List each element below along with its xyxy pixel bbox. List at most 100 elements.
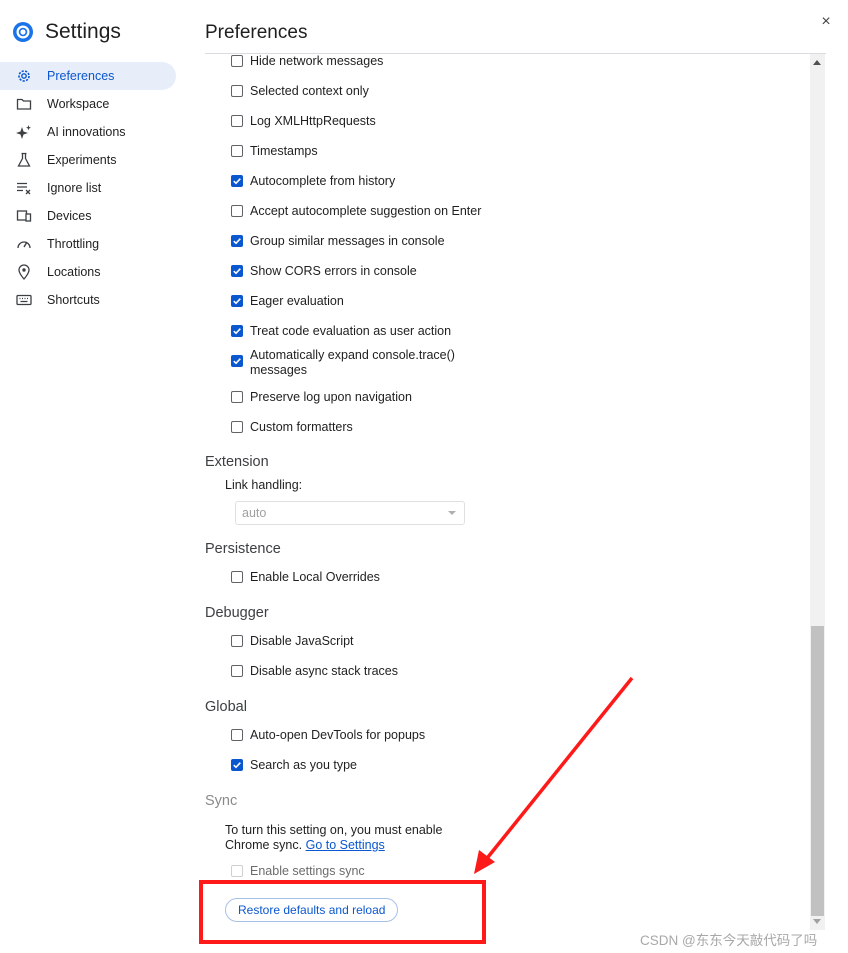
scrollbar[interactable] bbox=[810, 54, 825, 930]
option-label: Eager evaluation bbox=[250, 294, 344, 308]
sidebar-item-locations[interactable]: Locations bbox=[0, 258, 176, 286]
scroll-down-arrow-icon[interactable] bbox=[813, 919, 821, 924]
keyboard-icon bbox=[15, 292, 32, 309]
sidebar-nav: Preferences Workspace AI innovations Exp… bbox=[0, 62, 176, 314]
checkbox[interactable] bbox=[231, 665, 243, 677]
gauge-icon bbox=[15, 236, 32, 253]
brand: Settings bbox=[12, 20, 121, 44]
chrome-devtools-logo-icon bbox=[13, 22, 33, 42]
scrollbar-thumb[interactable] bbox=[811, 626, 824, 916]
sidebar-item-label: Ignore list bbox=[47, 181, 102, 195]
option-eager-evaluation[interactable]: Eager evaluation bbox=[231, 294, 344, 308]
option-enable-local-overrides[interactable]: Enable Local Overrides bbox=[231, 570, 380, 584]
close-icon[interactable]: × bbox=[817, 13, 835, 31]
option-preserve-log[interactable]: Preserve log upon navigation bbox=[231, 390, 412, 404]
chevron-down-icon bbox=[448, 511, 456, 515]
option-label: Disable async stack traces bbox=[250, 664, 398, 678]
sidebar-item-label: Throttling bbox=[47, 237, 100, 251]
sidebar-item-label: AI innovations bbox=[47, 125, 126, 139]
sync-info-text: To turn this setting on, you must enable… bbox=[225, 823, 443, 853]
option-label: Show CORS errors in console bbox=[250, 264, 417, 278]
link-handling-select[interactable]: auto bbox=[235, 501, 465, 525]
option-autocomplete-from-history[interactable]: Autocomplete from history bbox=[231, 174, 395, 188]
checkbox[interactable] bbox=[231, 391, 243, 403]
sidebar-item-shortcuts[interactable]: Shortcuts bbox=[0, 286, 176, 314]
option-label: Treat code evaluation as user action bbox=[250, 324, 452, 338]
option-label-line2: messages bbox=[250, 363, 307, 377]
checkbox-checked[interactable] bbox=[231, 355, 243, 367]
checkbox-checked[interactable] bbox=[231, 175, 243, 187]
sync-text-line2: Chrome sync. Go to Settings bbox=[225, 838, 443, 853]
option-label: Preserve log upon navigation bbox=[250, 390, 412, 404]
section-title-persistence: Persistence bbox=[205, 541, 281, 557]
sidebar-item-preferences[interactable]: Preferences bbox=[0, 62, 176, 90]
location-pin-icon bbox=[15, 264, 32, 281]
sidebar-item-devices[interactable]: Devices bbox=[0, 202, 176, 230]
option-disable-javascript[interactable]: Disable JavaScript bbox=[231, 634, 354, 648]
option-label: Group similar messages in console bbox=[250, 234, 445, 248]
link-handling-label: Link handling: bbox=[225, 478, 303, 492]
option-accept-autocomplete-on-enter[interactable]: Accept autocomplete suggestion on Enter bbox=[231, 204, 481, 218]
sparkle-icon bbox=[15, 124, 32, 141]
sidebar-item-workspace[interactable]: Workspace bbox=[0, 90, 176, 118]
option-label: Timestamps bbox=[250, 144, 318, 158]
option-label: Hide network messages bbox=[250, 54, 384, 68]
checkbox[interactable] bbox=[231, 421, 243, 433]
option-treat-code-evaluation-as-user-action[interactable]: Treat code evaluation as user action bbox=[231, 324, 451, 338]
option-search-as-you-type[interactable]: Search as you type bbox=[231, 758, 357, 772]
option-timestamps[interactable]: Timestamps bbox=[231, 144, 318, 158]
section-title-sync: Sync bbox=[205, 793, 238, 809]
checkbox[interactable] bbox=[231, 635, 243, 647]
checkbox[interactable] bbox=[231, 85, 243, 97]
checkbox[interactable] bbox=[231, 115, 243, 127]
sidebar-item-label: Locations bbox=[47, 265, 101, 279]
sidebar-item-ai-innovations[interactable]: AI innovations bbox=[0, 118, 176, 146]
checkbox-disabled bbox=[231, 865, 243, 877]
checkbox[interactable] bbox=[231, 145, 243, 157]
option-auto-open-devtools[interactable]: Auto-open DevTools for popups bbox=[231, 728, 425, 742]
sidebar-item-label: Devices bbox=[47, 209, 92, 223]
option-show-cors-errors[interactable]: Show CORS errors in console bbox=[231, 264, 417, 278]
checkbox-checked[interactable] bbox=[231, 325, 243, 337]
option-label: Autocomplete from history bbox=[250, 174, 396, 188]
section-title-debugger: Debugger bbox=[205, 605, 269, 621]
preferences-panel: Hide network messages Selected context o… bbox=[205, 54, 809, 930]
sidebar-item-label: Shortcuts bbox=[47, 293, 100, 307]
watermark: CSDN @东东今天敲代码了吗 bbox=[640, 933, 818, 948]
sidebar-item-ignore-list[interactable]: Ignore list bbox=[0, 174, 176, 202]
option-log-xmlhttprequests[interactable]: Log XMLHttpRequests bbox=[231, 114, 376, 128]
option-custom-formatters[interactable]: Custom formatters bbox=[231, 420, 353, 434]
scroll-up-arrow-icon[interactable] bbox=[813, 60, 821, 65]
option-label: Log XMLHttpRequests bbox=[250, 114, 376, 128]
sidebar-item-label: Experiments bbox=[47, 153, 117, 167]
gear-icon bbox=[15, 68, 32, 85]
checkbox[interactable] bbox=[231, 55, 243, 67]
checkbox[interactable] bbox=[231, 571, 243, 583]
option-label: Selected context only bbox=[250, 84, 369, 98]
sidebar-item-label: Workspace bbox=[47, 97, 110, 111]
checkbox[interactable] bbox=[231, 729, 243, 741]
option-hide-network-messages[interactable]: Hide network messages bbox=[231, 54, 383, 68]
app-title: Settings bbox=[45, 20, 121, 43]
option-auto-expand-console-trace[interactable]: Automatically expand console.trace() mes… bbox=[231, 348, 455, 378]
option-selected-context-only[interactable]: Selected context only bbox=[231, 84, 369, 98]
option-label: Auto-open DevTools for popups bbox=[250, 728, 426, 742]
sync-text-line1: To turn this setting on, you must enable bbox=[225, 823, 443, 837]
checkbox-checked[interactable] bbox=[231, 759, 243, 771]
ignore-list-icon bbox=[15, 180, 32, 197]
go-to-settings-link[interactable]: Go to Settings bbox=[306, 838, 385, 852]
sync-text-prefix: Chrome sync. bbox=[225, 838, 303, 852]
sidebar-item-throttling[interactable]: Throttling bbox=[0, 230, 176, 258]
option-label-line1: Automatically expand console.trace() bbox=[250, 348, 455, 362]
option-group-similar-messages[interactable]: Group similar messages in console bbox=[231, 234, 445, 248]
section-title-global: Global bbox=[205, 699, 247, 715]
checkbox[interactable] bbox=[231, 205, 243, 217]
sidebar-item-experiments[interactable]: Experiments bbox=[0, 146, 176, 174]
option-label: Enable settings sync bbox=[250, 864, 365, 878]
folder-icon bbox=[15, 96, 32, 113]
option-label: Search as you type bbox=[250, 758, 358, 772]
checkbox-checked[interactable] bbox=[231, 235, 243, 247]
checkbox-checked[interactable] bbox=[231, 295, 243, 307]
option-disable-async-stack-traces[interactable]: Disable async stack traces bbox=[231, 664, 398, 678]
checkbox-checked[interactable] bbox=[231, 265, 243, 277]
